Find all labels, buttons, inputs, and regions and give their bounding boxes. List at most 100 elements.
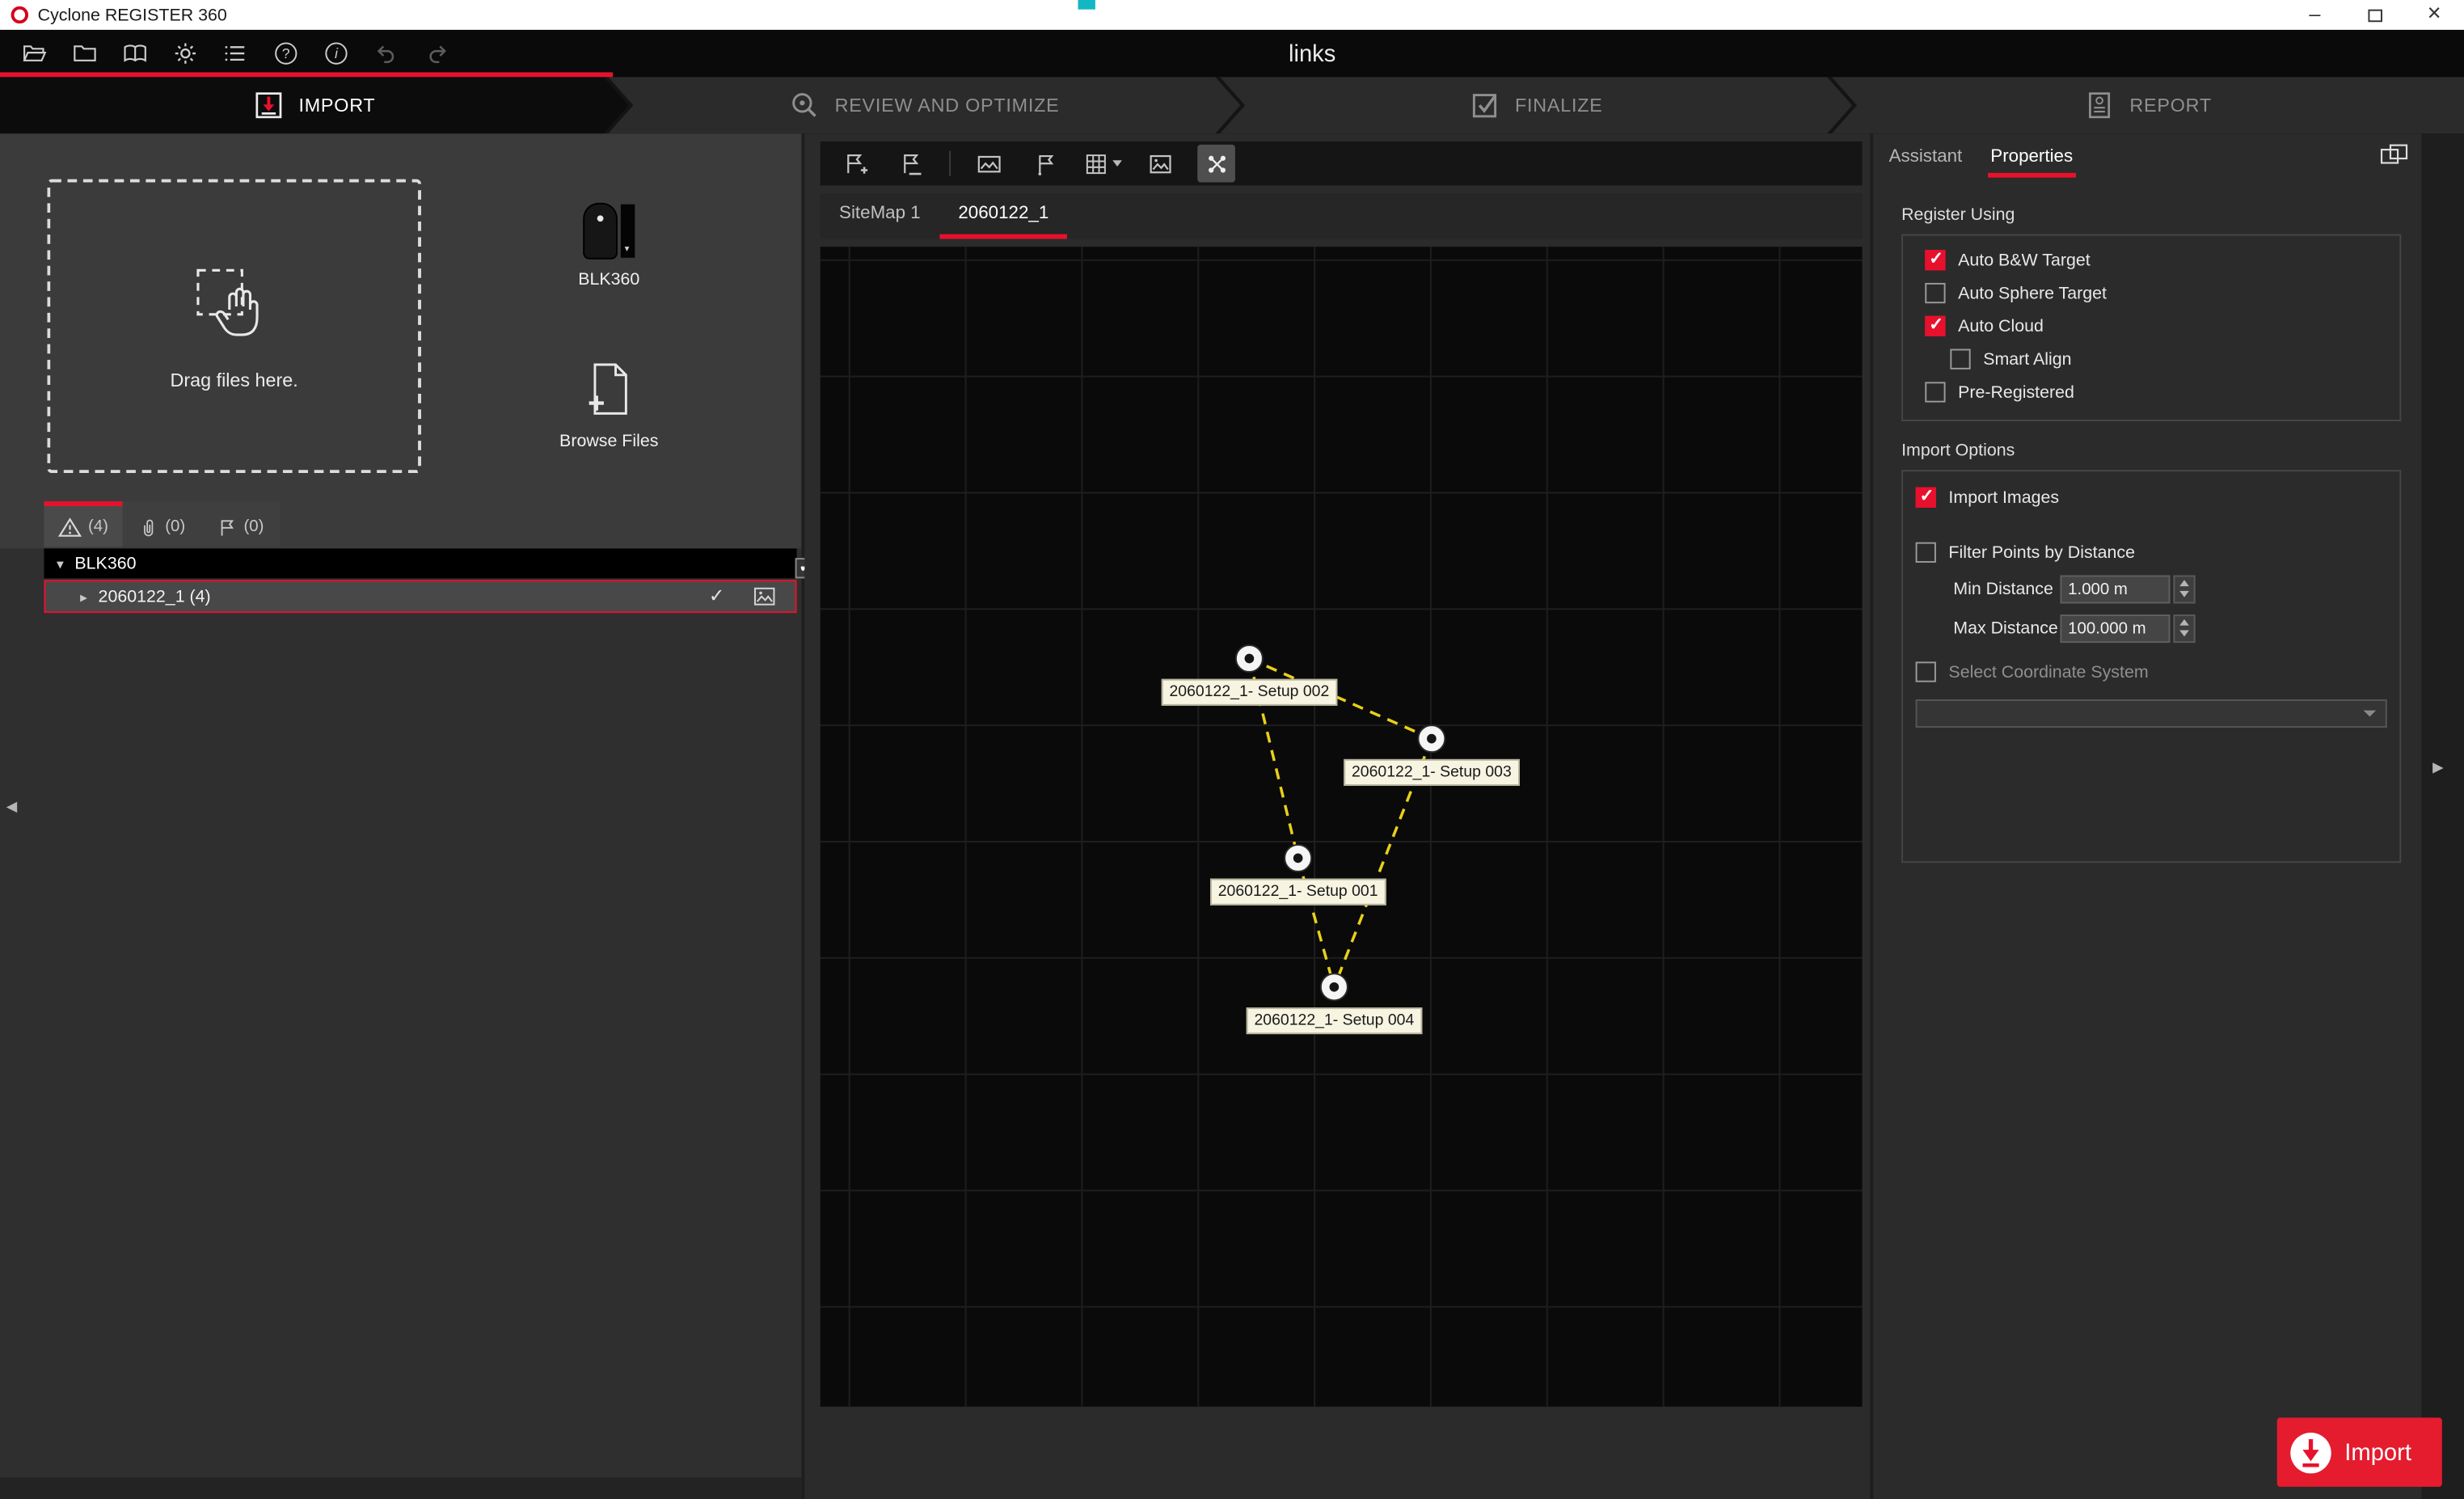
flag-plus-icon bbox=[842, 150, 868, 177]
setup-label[interactable]: 2060122_1- Setup 004 bbox=[1247, 1007, 1422, 1034]
coordinate-system-dropdown[interactable] bbox=[1916, 699, 2387, 728]
minimize-button[interactable] bbox=[2285, 0, 2344, 30]
workflow-step-review[interactable]: REVIEW AND OPTIMIZE bbox=[608, 77, 1240, 133]
open-project-button[interactable] bbox=[20, 40, 49, 68]
browse-files-button[interactable]: Browse Files bbox=[559, 360, 658, 451]
setup-node[interactable] bbox=[1235, 644, 1264, 673]
new-project-button[interactable] bbox=[70, 40, 99, 68]
import-filter-tabs: (4) (0) (0) bbox=[44, 501, 280, 547]
workflow-step-report[interactable]: REPORT bbox=[1832, 77, 2464, 133]
marker-tool-button[interactable] bbox=[1026, 145, 1064, 183]
max-distance-stepper[interactable] bbox=[2173, 614, 2195, 642]
chevron-down-icon[interactable] bbox=[1112, 160, 1122, 167]
expand-icon[interactable] bbox=[57, 554, 64, 572]
tab-sitemap-1[interactable]: SiteMap 1 bbox=[821, 193, 939, 239]
grid-settings-button[interactable] bbox=[1082, 145, 1122, 183]
duplicate-sitemap-button[interactable] bbox=[892, 145, 930, 183]
collapse-left-panel-arrow[interactable] bbox=[6, 799, 17, 816]
blk360-dropdown[interactable] bbox=[620, 205, 634, 258]
auto-cluster-tool-button[interactable] bbox=[1197, 145, 1235, 183]
tree-row-dataset[interactable]: 2060122_1 (4) bbox=[44, 580, 796, 613]
help-icon bbox=[275, 42, 297, 64]
tab-attachments[interactable]: (0) bbox=[123, 501, 201, 547]
pre-registered-checkbox[interactable] bbox=[1925, 382, 1945, 402]
layout-panes-button[interactable] bbox=[2379, 143, 2409, 175]
setup-node-dot bbox=[1330, 982, 1340, 992]
settings-button[interactable] bbox=[171, 40, 200, 68]
import-panel: Drag files here. BLK360 Browse Files (4)… bbox=[0, 133, 801, 1499]
undo-icon bbox=[374, 41, 399, 66]
smart-align-checkbox[interactable] bbox=[1950, 349, 1970, 369]
setup-node[interactable] bbox=[1417, 724, 1445, 753]
import-images-checkbox[interactable] bbox=[1916, 488, 1936, 508]
auto-sphere-target-checkbox[interactable] bbox=[1925, 283, 1945, 303]
workflow-step-label: REVIEW AND OPTIMIZE bbox=[835, 95, 1060, 116]
max-distance-row: Max Distance bbox=[1903, 608, 2399, 648]
folder-open-icon bbox=[22, 41, 47, 66]
min-distance-row: Min Distance bbox=[1903, 569, 2399, 609]
setup-card-button[interactable] bbox=[969, 145, 1007, 183]
titlebar: Cyclone REGISTER 360 bbox=[0, 0, 2464, 30]
expand-icon[interactable] bbox=[80, 587, 87, 606]
image-thumbnail-icon[interactable] bbox=[753, 586, 776, 611]
log-button[interactable] bbox=[222, 40, 250, 68]
coordinate-system-checkbox[interactable] bbox=[1916, 661, 1936, 682]
cluster-links-icon bbox=[1203, 150, 1230, 177]
tab-warnings[interactable]: (4) bbox=[44, 501, 122, 547]
folder-icon bbox=[72, 41, 97, 66]
list-icon bbox=[223, 41, 248, 66]
setup-node[interactable] bbox=[1284, 844, 1312, 872]
undo-button[interactable] bbox=[373, 40, 401, 68]
image-view-button[interactable] bbox=[1141, 145, 1179, 183]
help-button[interactable] bbox=[272, 40, 300, 68]
workflow-step-finalize[interactable]: FINALIZE bbox=[1220, 77, 1852, 133]
panes-icon bbox=[2379, 143, 2409, 167]
image-icon bbox=[1146, 150, 1173, 177]
min-distance-label: Min Distance bbox=[1953, 579, 2060, 597]
tab-markers[interactable]: (0) bbox=[201, 501, 280, 547]
marker-flag-icon bbox=[1032, 150, 1058, 177]
image-card-icon bbox=[975, 150, 1002, 177]
blk360-label: BLK360 bbox=[578, 270, 639, 289]
blk360-source-button[interactable] bbox=[584, 205, 634, 258]
option-auto-bw-target: Auto B&W Target bbox=[1903, 243, 2399, 277]
tab-dataset[interactable]: 2060122_1 bbox=[939, 193, 1068, 239]
register-using-title: Register Using bbox=[1901, 206, 2401, 225]
option-smart-align: Smart Align bbox=[1903, 343, 2399, 376]
import-tree-region: BLK360 2060122_1 (4) bbox=[0, 548, 801, 1477]
setup-label[interactable]: 2060122_1- Setup 003 bbox=[1344, 759, 1519, 786]
option-label: Import Images bbox=[1948, 488, 2059, 507]
tree-row-blk360[interactable]: BLK360 bbox=[44, 548, 796, 578]
setup-label[interactable]: 2060122_1- Setup 002 bbox=[1162, 679, 1337, 706]
about-button[interactable] bbox=[322, 40, 350, 68]
workflow-step-label: REPORT bbox=[2129, 95, 2211, 116]
review-step-icon bbox=[789, 90, 821, 121]
import-button[interactable]: Import bbox=[2277, 1417, 2442, 1487]
sitemap-canvas[interactable]: 2060122_1- Setup 002 2060122_1- Setup 003… bbox=[821, 247, 1863, 1407]
max-distance-input[interactable] bbox=[2060, 614, 2170, 642]
add-sitemap-button[interactable] bbox=[836, 145, 874, 183]
workflow-step-import[interactable]: IMPORT bbox=[0, 77, 629, 133]
auto-cloud-checkbox[interactable] bbox=[1925, 316, 1945, 336]
sitemap-links bbox=[821, 247, 1863, 1407]
markers-count: (0) bbox=[243, 517, 264, 536]
project-name: links bbox=[1289, 30, 1335, 77]
setup-label[interactable]: 2060122_1- Setup 001 bbox=[1210, 879, 1386, 906]
expand-right-panel-arrow[interactable] bbox=[2432, 759, 2443, 776]
auto-bw-target-checkbox[interactable] bbox=[1925, 250, 1945, 270]
filter-points-checkbox[interactable] bbox=[1916, 543, 1936, 563]
tab-properties[interactable]: Properties bbox=[1987, 140, 2076, 178]
grid-icon bbox=[1082, 150, 1109, 177]
app-logo-icon bbox=[11, 6, 28, 23]
min-distance-stepper[interactable] bbox=[2173, 574, 2195, 602]
redo-button[interactable] bbox=[423, 40, 451, 68]
browse-files-label: Browse Files bbox=[559, 433, 658, 451]
paperclip-icon bbox=[138, 517, 158, 537]
library-button[interactable] bbox=[121, 40, 150, 68]
close-button[interactable] bbox=[2404, 0, 2464, 30]
drag-drop-area[interactable]: Drag files here. bbox=[47, 179, 421, 474]
min-distance-input[interactable] bbox=[2060, 574, 2170, 602]
maximize-button[interactable] bbox=[2344, 0, 2404, 30]
setup-node[interactable] bbox=[1320, 973, 1348, 1001]
tab-assistant[interactable]: Assistant bbox=[1886, 140, 1966, 178]
